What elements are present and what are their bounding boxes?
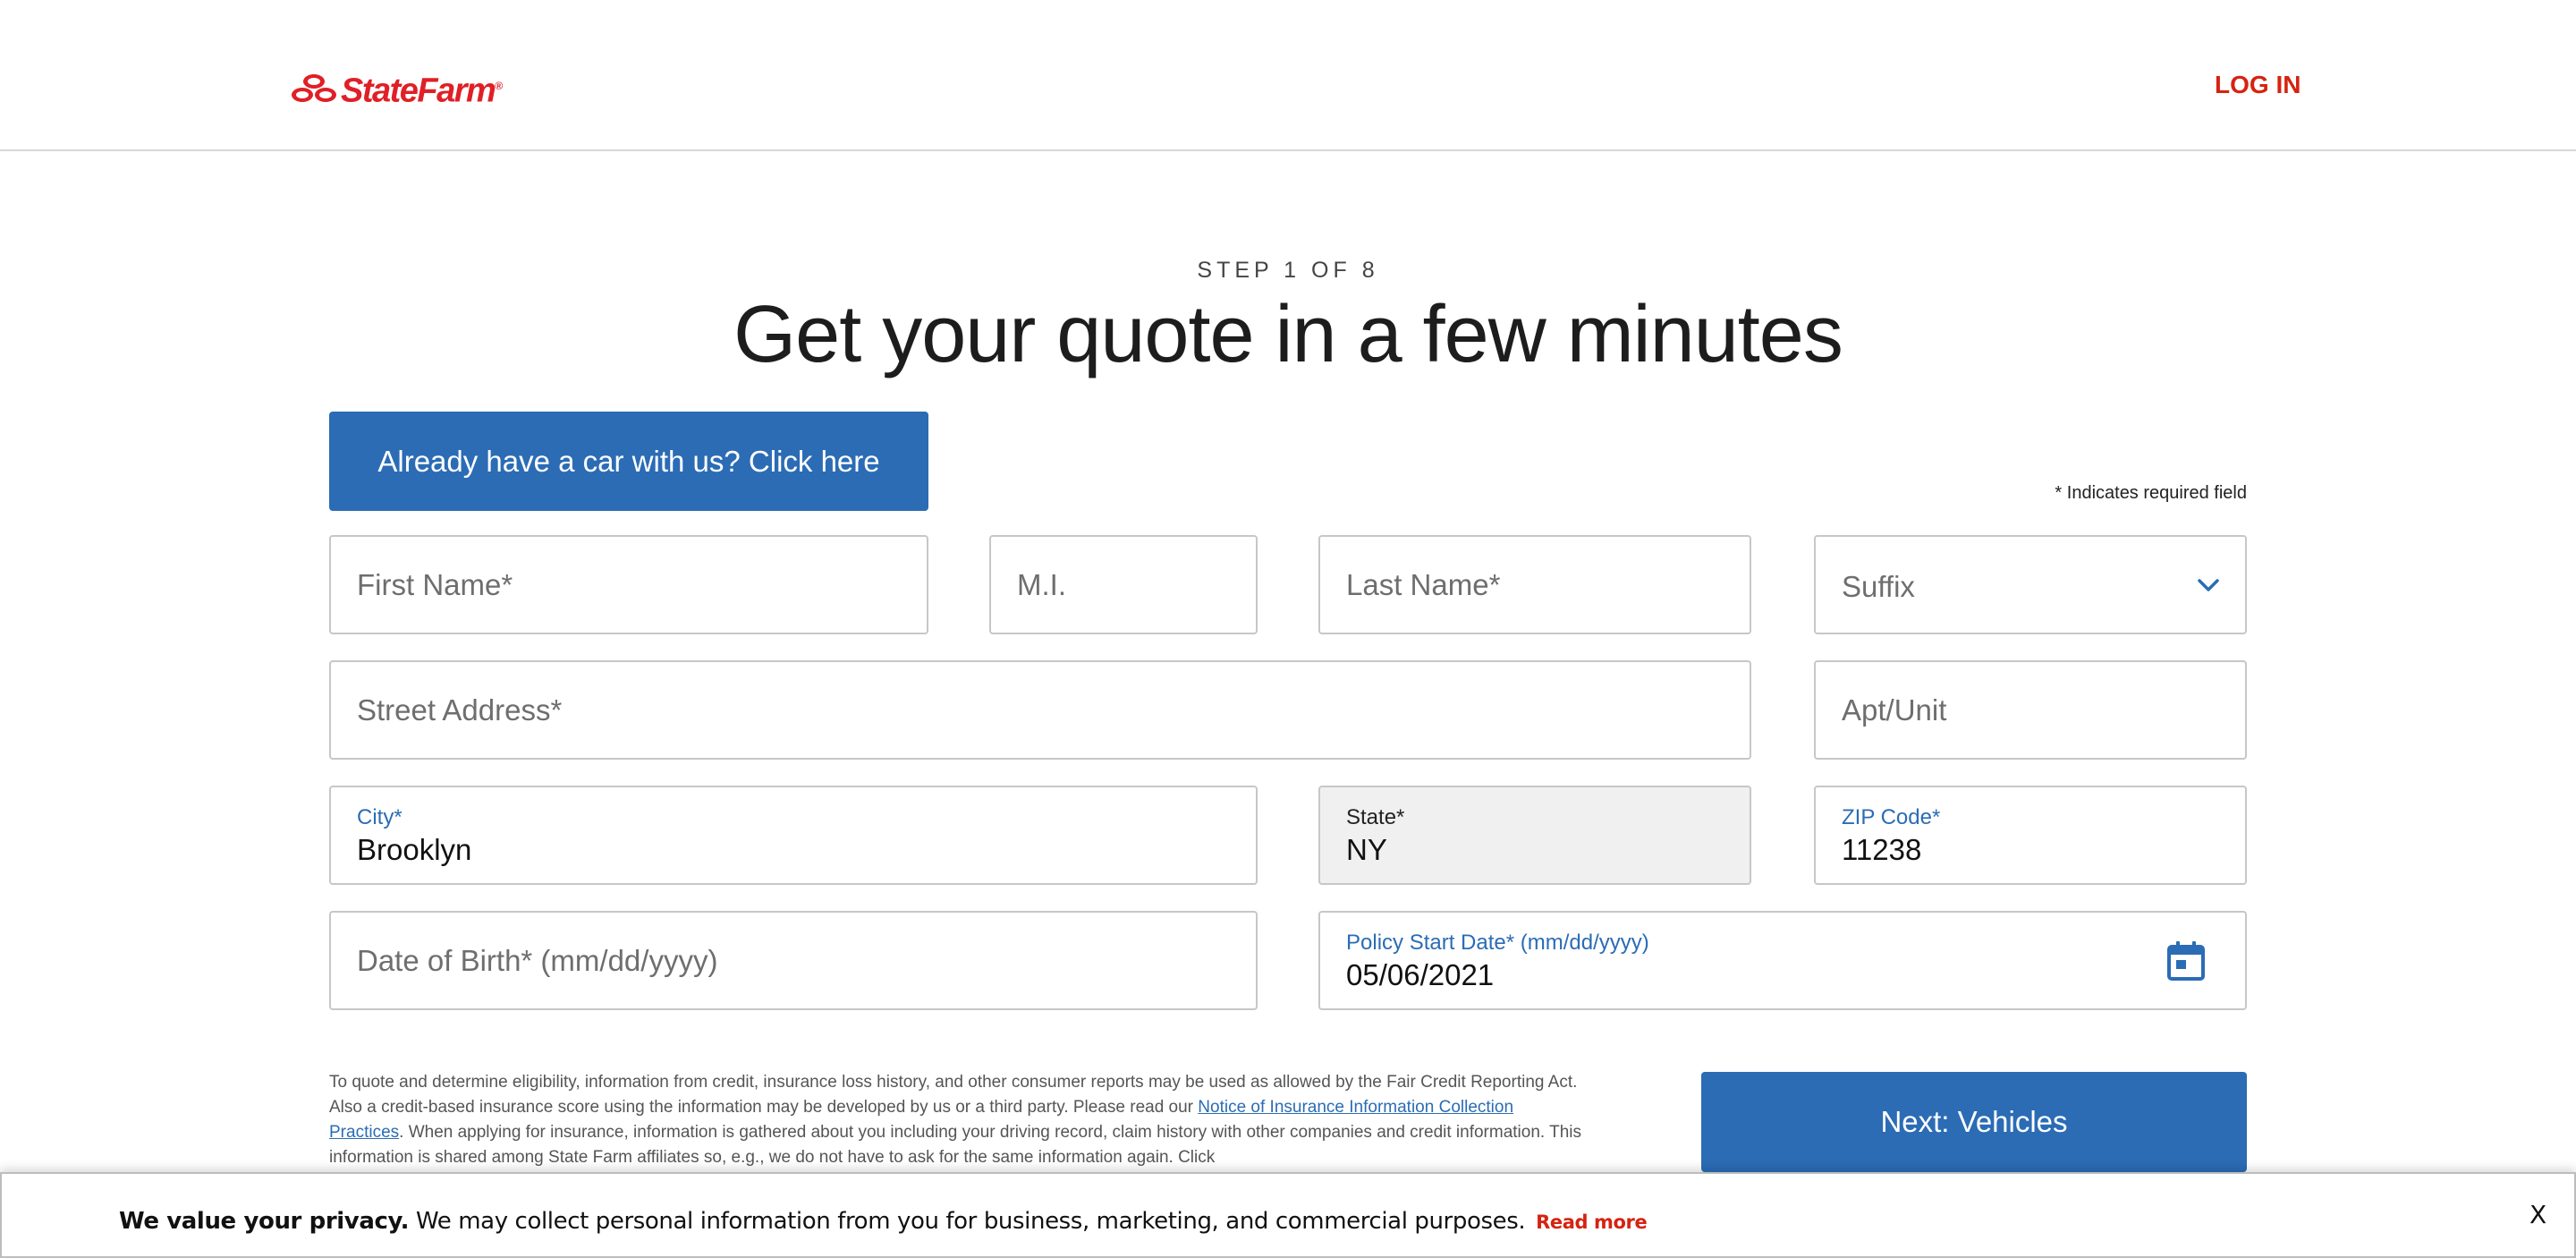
zip-code-value: 11238	[1842, 833, 1922, 866]
page-title: Get your quote in a few minutes	[733, 290, 1843, 379]
policy-start-date-label: Policy Start Date* (mm/dd/yyyy)	[1346, 931, 1649, 955]
required-field-note: * Indicates required field	[2055, 483, 2247, 503]
middle-initial-placeholder: M.I.	[1017, 567, 1066, 601]
last-name-field[interactable]: Last Name*	[1318, 535, 1751, 634]
first-name-placeholder: First Name*	[357, 567, 513, 601]
state-field: State* NY	[1318, 786, 1751, 885]
suffix-select[interactable]: Suffix	[1814, 535, 2247, 634]
close-banner-button[interactable]: X	[2529, 1201, 2546, 1229]
credit-disclosure-text: To quote and determine eligibility, info…	[329, 1073, 1582, 1167]
city-label: City*	[357, 805, 402, 829]
state-farm-logo[interactable]: StateFarm®	[291, 68, 503, 110]
city-value: Brooklyn	[357, 833, 472, 866]
policy-start-date-field[interactable]: Policy Start Date* (mm/dd/yyyy) 05/06/20…	[1318, 911, 2247, 1010]
chevron-down-icon	[2198, 578, 2219, 591]
next-vehicles-button[interactable]: Next: Vehicles	[1701, 1072, 2247, 1172]
zip-code-field[interactable]: ZIP Code* 11238	[1814, 786, 2247, 885]
last-name-placeholder: Last Name*	[1346, 567, 1501, 601]
site-header: StateFarm® LOG IN	[0, 0, 2576, 151]
city-field[interactable]: City* Brooklyn	[329, 786, 1258, 885]
apt-unit-field[interactable]: Apt/Unit	[1814, 660, 2247, 760]
state-value: NY	[1346, 833, 1387, 866]
logo-wordmark: StateFarm®	[341, 72, 503, 110]
street-address-placeholder: Street Address*	[357, 693, 563, 727]
date-of-birth-placeholder: Date of Birth* (mm/dd/yyyy)	[357, 943, 718, 977]
zip-code-label: ZIP Code*	[1842, 805, 1941, 829]
privacy-banner: We value your privacy. We may collect pe…	[0, 1172, 2576, 1258]
state-label: State*	[1346, 805, 1405, 829]
calendar-icon[interactable]	[2166, 940, 2206, 982]
apt-unit-placeholder: Apt/Unit	[1842, 693, 1947, 727]
privacy-message: We value your privacy. We may collect pe…	[119, 1208, 1648, 1235]
date-of-birth-field[interactable]: Date of Birth* (mm/dd/yyyy)	[329, 911, 1258, 1010]
read-more-link[interactable]: Read more	[1536, 1211, 1648, 1233]
street-address-field[interactable]: Street Address*	[329, 660, 1751, 760]
login-link[interactable]: LOG IN	[2215, 70, 2301, 100]
three-ovals-icon	[292, 73, 336, 102]
step-indicator: STEP 1 OF 8	[1197, 258, 1379, 283]
middle-initial-field[interactable]: M.I.	[989, 535, 1258, 634]
suffix-placeholder: Suffix	[1842, 569, 1915, 603]
existing-car-button[interactable]: Already have a car with us? Click here	[329, 412, 928, 511]
policy-start-date-value: 05/06/2021	[1346, 958, 1495, 991]
first-name-field[interactable]: First Name*	[329, 535, 928, 634]
